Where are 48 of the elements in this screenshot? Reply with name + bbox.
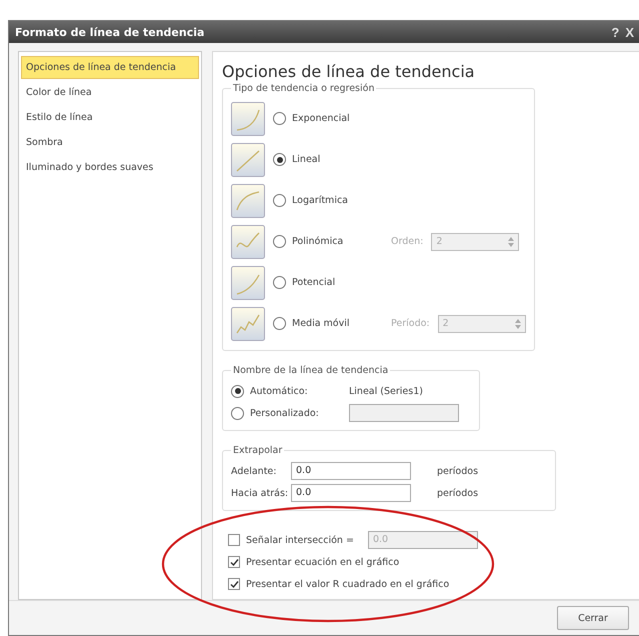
radio-icon[interactable] — [231, 384, 244, 398]
checkbox-option[interactable]: Presentar ecuación en el gráfico — [222, 551, 639, 573]
sidebar-item[interactable]: Estilo de línea — [21, 106, 199, 129]
group-label: Nombre de la línea de tendencia — [232, 365, 390, 376]
sidebar-item[interactable]: Sombra — [21, 131, 199, 154]
radio-option[interactable]: Exponencial — [273, 112, 359, 125]
close-button[interactable]: X — [622, 24, 637, 40]
checkbox[interactable] — [228, 556, 240, 568]
trend-chart-icon — [231, 142, 265, 176]
radio-option[interactable]: Automático: — [231, 384, 341, 398]
radio-option[interactable]: Polinómica — [273, 235, 359, 248]
sidebar-item[interactable]: Opciones de línea de tendencia — [21, 56, 199, 79]
sidebar-item[interactable]: Color de línea — [21, 81, 199, 104]
panel-heading: Opciones de línea de tendencia — [222, 62, 476, 81]
radio-option[interactable]: Media móvil — [273, 317, 359, 330]
trend-name-text: Lineal (Series1) — [349, 386, 423, 396]
trend-chart-icon — [231, 224, 265, 258]
unit-label: períodos — [437, 488, 478, 498]
field-label: Adelante: — [231, 466, 278, 476]
input-field[interactable]: 0.0 — [291, 462, 411, 480]
field-label: Orden: — [391, 236, 424, 247]
checkbox-option[interactable]: Presentar el valor R cuadrado en el gráfico — [222, 573, 639, 595]
help-button[interactable]: ? — [608, 24, 622, 40]
unit-label: períodos — [437, 466, 478, 476]
group-label: Extrapolar — [232, 445, 284, 456]
window-title: Formato de línea de tendencia — [15, 26, 204, 38]
trend-chart-icon — [231, 184, 265, 218]
group-label: Tipo de tendencia o regresión — [232, 83, 376, 94]
radio-option[interactable]: Personalizado: — [231, 406, 341, 420]
trend-chart-icon — [231, 102, 265, 136]
radio-icon[interactable] — [273, 235, 286, 248]
radio-icon[interactable] — [273, 276, 286, 289]
radio-option[interactable]: Potencial — [273, 276, 359, 289]
radio-option[interactable]: Lineal — [273, 153, 359, 166]
radio-option[interactable]: Logarítmica — [273, 194, 359, 207]
radio-icon[interactable] — [273, 153, 286, 166]
trend-chart-icon — [231, 306, 265, 340]
input-field[interactable]: 0.0 — [291, 484, 411, 502]
radio-icon[interactable] — [273, 112, 286, 125]
checkbox[interactable] — [228, 578, 240, 590]
radio-icon[interactable] — [273, 317, 286, 330]
sidebar-item[interactable]: Iluminado y bordes suaves — [21, 156, 199, 179]
checkbox[interactable] — [228, 534, 240, 546]
trend-chart-icon — [231, 266, 265, 300]
close-dialog-button[interactable]: Cerrar — [557, 606, 629, 630]
radio-icon[interactable] — [231, 406, 244, 420]
field-label: Período: — [391, 318, 430, 329]
radio-icon[interactable] — [273, 194, 286, 207]
